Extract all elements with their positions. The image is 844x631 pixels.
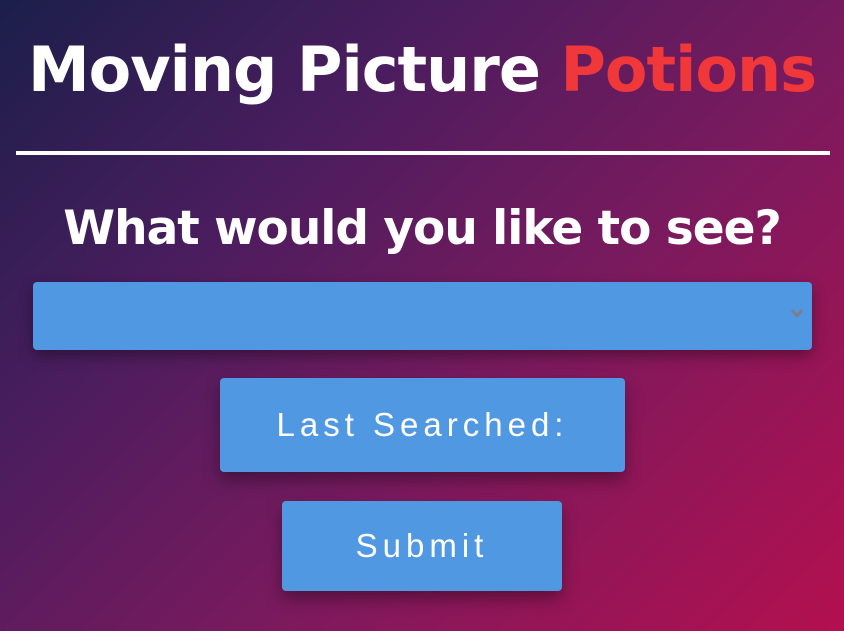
- search-prompt: What would you like to see?: [63, 201, 781, 256]
- divider: [16, 151, 830, 155]
- submit-button[interactable]: Submit: [282, 501, 562, 591]
- page-title: Moving Picture Potions: [0, 28, 844, 112]
- movie-select[interactable]: [33, 282, 812, 350]
- last-searched-button[interactable]: Last Searched:: [220, 378, 625, 472]
- chevron-down-icon: [790, 309, 804, 318]
- title-main: Moving Picture: [27, 33, 541, 106]
- title-accent: Potions: [560, 33, 817, 106]
